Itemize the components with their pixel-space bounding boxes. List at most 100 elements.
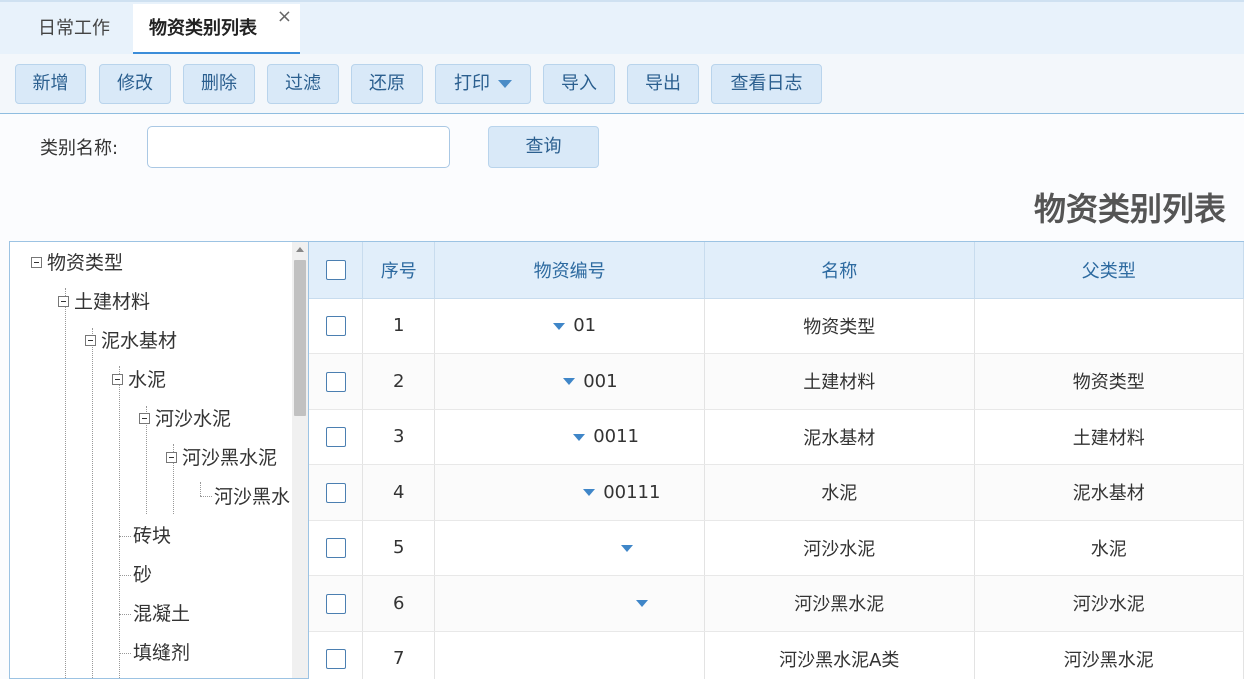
tree-guide-line: [119, 653, 131, 654]
row-code-cell: [434, 520, 706, 576]
expand-triangle-icon[interactable]: [636, 600, 649, 608]
row-parent: 水泥: [974, 520, 1244, 576]
category-table: 序号 物资编号 名称 父类型 1 01 物资类型 2 001 土建材料 物资类型: [309, 242, 1244, 679]
row-code: 00111: [603, 481, 661, 503]
tree-guide-line: [119, 536, 131, 537]
row-select-cell: [309, 520, 364, 576]
toolbar: 新增 修改 删除 过滤 还原 打印 导入 导出 查看日志: [0, 54, 1244, 114]
row-index: 1: [362, 298, 436, 354]
print-button[interactable]: 打印: [435, 64, 531, 104]
tree-node-river-sand-black-cement[interactable]: 河沙黑水泥: [166, 445, 277, 471]
tree-node-label: 河沙黑水泥: [182, 447, 278, 469]
tree-guide-line: [119, 575, 131, 576]
row-checkbox[interactable]: [325, 593, 346, 614]
tree-guide-line: [92, 328, 93, 678]
row-name: 水泥: [704, 464, 975, 521]
row-select-cell: [309, 575, 364, 632]
tree-node-concrete[interactable]: 混凝土: [133, 601, 190, 627]
category-name-input[interactable]: [147, 126, 450, 168]
export-button[interactable]: 导出: [627, 64, 699, 104]
row-select-cell: [309, 298, 364, 354]
row-checkbox[interactable]: [325, 649, 346, 670]
tree-node-sand[interactable]: 砂: [133, 562, 152, 588]
edit-button[interactable]: 修改: [99, 64, 171, 104]
tree-node-civil-materials[interactable]: 土建材料: [58, 289, 150, 315]
row-checkbox[interactable]: [325, 538, 346, 559]
expand-triangle-icon[interactable]: [621, 544, 634, 552]
tree-node-river-sand-cement[interactable]: 河沙水泥: [139, 406, 231, 432]
row-index: 4: [362, 464, 436, 521]
add-button[interactable]: 新增: [15, 64, 86, 104]
collapse-icon[interactable]: [85, 334, 96, 346]
restore-button[interactable]: 还原: [351, 64, 423, 104]
row-select-cell: [309, 464, 364, 521]
tree-guide-line: [200, 496, 212, 497]
table-row[interactable]: 7 河沙黑水泥A类 河沙黑水泥: [309, 631, 1244, 679]
row-index: 5: [362, 520, 436, 576]
expand-triangle-icon[interactable]: [553, 322, 566, 330]
row-parent: [974, 298, 1244, 354]
page-title: 物资类别列表: [1033, 190, 1226, 228]
row-code: 001: [583, 370, 618, 392]
row-parent: 物资类型: [974, 353, 1244, 410]
row-select-cell: [309, 353, 364, 410]
category-grid: 序号 物资编号 名称 父类型 1 01 物资类型 2 001 土建材料 物资类型: [309, 241, 1244, 679]
tree-node-cement[interactable]: 水泥: [112, 367, 166, 393]
tree-node-joint-filler[interactable]: 填缝剂: [133, 640, 190, 666]
table-row[interactable]: 2 001 土建材料 物资类型: [309, 353, 1244, 410]
view-log-button[interactable]: 查看日志: [711, 64, 822, 104]
row-checkbox[interactable]: [325, 427, 346, 448]
tab-label: 日常工作: [38, 18, 110, 39]
row-code-cell: [434, 631, 706, 679]
row-code-cell: 00111: [434, 464, 706, 521]
table-row[interactable]: 4 00111 水泥 泥水基材: [309, 464, 1244, 521]
import-button[interactable]: 导入: [543, 64, 615, 104]
tree-node-label: 泥水基材: [101, 330, 178, 352]
tree-scrollbar[interactable]: [292, 242, 308, 678]
row-code-cell: [434, 575, 706, 632]
query-button[interactable]: 查询: [488, 126, 599, 168]
row-checkbox[interactable]: [325, 482, 346, 503]
column-header-code[interactable]: 物资编号: [434, 242, 706, 299]
row-name: 河沙水泥: [704, 520, 975, 576]
table-row[interactable]: 6 河沙黑水泥 河沙水泥: [309, 575, 1244, 632]
tree-node-river-sand-black-cement-a[interactable]: 河沙黑水: [214, 484, 290, 510]
row-index: 7: [362, 631, 436, 679]
filter-button[interactable]: 过滤: [267, 64, 339, 104]
row-checkbox[interactable]: [325, 371, 346, 392]
delete-button[interactable]: 删除: [183, 64, 255, 104]
tab-label: 物资类别列表: [149, 18, 257, 39]
table-row[interactable]: 3 0011 泥水基材 土建材料: [309, 409, 1244, 465]
collapse-icon[interactable]: [166, 451, 177, 463]
tree-node-mortar-base[interactable]: 泥水基材: [85, 328, 177, 354]
row-code-cell: 01: [434, 298, 706, 354]
close-icon[interactable]: ×: [277, 0, 292, 42]
column-header-name[interactable]: 名称: [704, 242, 975, 299]
column-header-parent[interactable]: 父类型: [974, 242, 1244, 299]
table-row[interactable]: 5 河沙水泥 水泥: [309, 520, 1244, 576]
column-header-index[interactable]: 序号: [362, 242, 436, 299]
row-name: 物资类型: [704, 298, 975, 354]
collapse-icon[interactable]: [139, 412, 150, 424]
tree-node-bricks[interactable]: 砖块: [133, 523, 171, 549]
tree-node-label: 河沙水泥: [155, 408, 232, 430]
scroll-up-icon[interactable]: [296, 247, 304, 252]
expand-triangle-icon[interactable]: [583, 489, 596, 497]
tree-node-material-type[interactable]: 物资类型: [31, 250, 123, 276]
tree-guide-line: [65, 288, 66, 678]
tree-node-label: 土建材料: [74, 291, 151, 313]
row-index: 6: [362, 575, 436, 632]
collapse-icon[interactable]: [112, 373, 123, 385]
row-parent: 土建材料: [974, 409, 1244, 465]
table-row[interactable]: 1 01 物资类型: [309, 298, 1244, 354]
select-all-checkbox[interactable]: [325, 260, 346, 281]
tab-daily-work[interactable]: 日常工作: [20, 4, 128, 54]
scroll-thumb[interactable]: [294, 260, 306, 416]
expand-triangle-icon[interactable]: [573, 433, 586, 441]
collapse-icon[interactable]: [31, 256, 42, 268]
tab-material-category-list[interactable]: 物资类别列表 ×: [133, 4, 300, 54]
row-parent: 河沙黑水泥: [974, 631, 1244, 679]
expand-triangle-icon[interactable]: [563, 378, 576, 386]
collapse-icon[interactable]: [58, 295, 69, 307]
row-checkbox[interactable]: [325, 316, 346, 337]
